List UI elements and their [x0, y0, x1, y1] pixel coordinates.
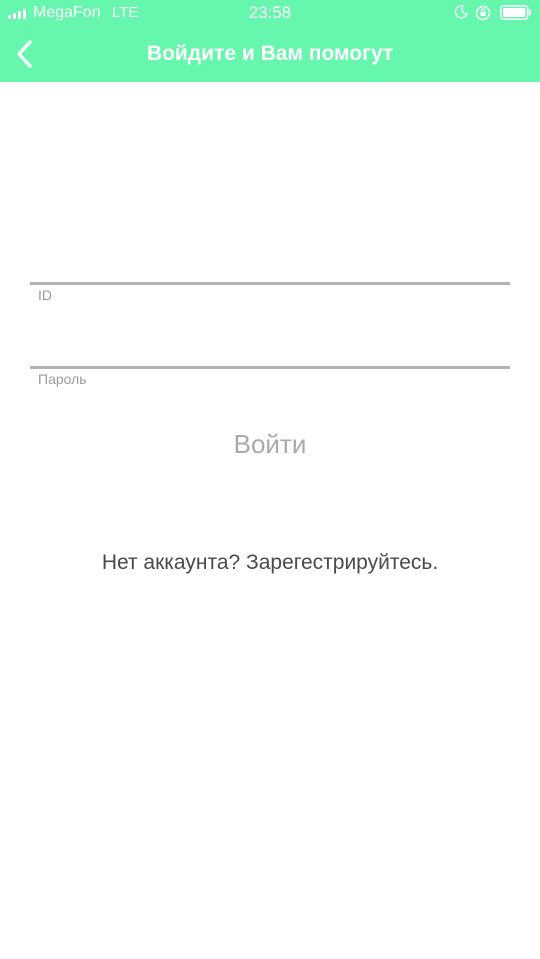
id-field-underline [30, 282, 510, 285]
id-field-label: ID [38, 287, 52, 303]
password-field-label: Пароль [38, 371, 87, 387]
header-bar: MegaFon LTE 23:58 Войдите и Вам помогут [0, 0, 540, 82]
moon-icon [454, 5, 468, 19]
battery-icon [500, 5, 531, 20]
password-field-underline [30, 366, 510, 369]
id-input[interactable] [30, 242, 510, 282]
orientation-lock-icon [475, 5, 491, 21]
register-link[interactable]: Нет аккаунта? Зарегестрируйтесь. [0, 551, 540, 575]
login-button[interactable]: Войти [170, 424, 370, 468]
status-bar: MegaFon LTE 23:58 [0, 0, 540, 26]
page-title: Войдите и Вам помогут [146, 42, 394, 65]
password-input[interactable] [30, 325, 510, 365]
